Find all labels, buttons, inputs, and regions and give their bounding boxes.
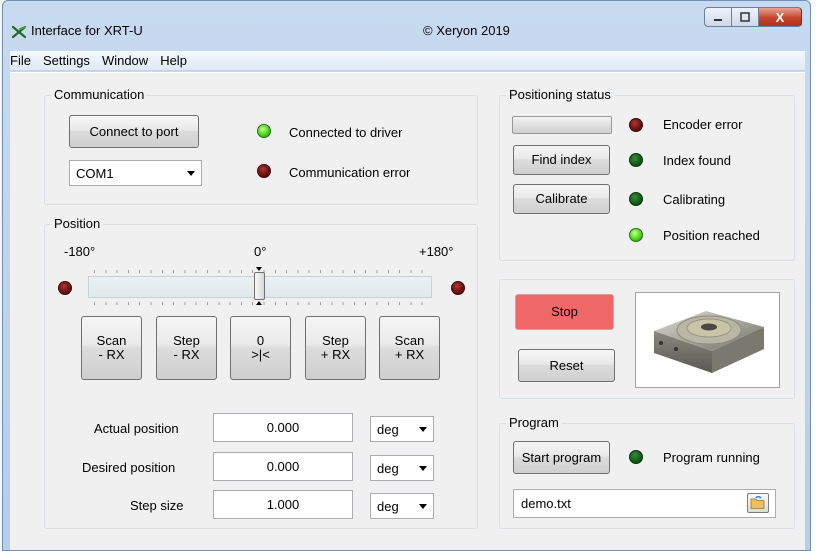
actual-position-field: 0.000 bbox=[213, 413, 353, 442]
encoder-error-led bbox=[629, 118, 643, 132]
limit-right-led bbox=[451, 281, 465, 295]
position-reached-led bbox=[629, 228, 643, 242]
stop-button[interactable]: Stop bbox=[515, 294, 614, 330]
copyright-text: © Xeryon 2019 bbox=[423, 23, 510, 38]
zero-button[interactable]: 0 >|< bbox=[230, 316, 291, 380]
zero-line1: 0 bbox=[256, 333, 265, 348]
chevron-down-icon bbox=[419, 466, 427, 471]
slider-marker-bottom-icon bbox=[256, 301, 262, 305]
status-indicator-bar bbox=[512, 116, 612, 134]
find-index-button[interactable]: Find index bbox=[513, 145, 610, 175]
maximize-icon bbox=[740, 12, 750, 22]
zero-line2: >|< bbox=[251, 347, 270, 362]
folder-open-icon bbox=[750, 496, 765, 509]
program-file-value: demo.txt bbox=[521, 496, 571, 511]
program-file-field[interactable]: demo.txt bbox=[513, 489, 776, 518]
scan-minus-rx-line2: - RX bbox=[98, 347, 125, 362]
program-running-label: Program running bbox=[663, 450, 760, 465]
open-file-button[interactable] bbox=[747, 493, 769, 513]
program-group-label: Program bbox=[506, 415, 562, 430]
caption-buttons: X bbox=[704, 7, 802, 27]
connect-to-port-button[interactable]: Connect to port bbox=[69, 115, 199, 148]
scan-minus-rx-line1: Scan bbox=[96, 333, 127, 348]
scale-max-label: +180° bbox=[419, 244, 454, 259]
window-title: Interface for XRT-U bbox=[31, 23, 143, 38]
connected-label: Connected to driver bbox=[289, 125, 403, 140]
slider-ticks-bottom bbox=[94, 302, 432, 305]
scale-min-label: -180° bbox=[64, 244, 96, 259]
connected-led bbox=[257, 124, 271, 138]
position-group-label: Position bbox=[51, 216, 104, 231]
menu-file[interactable]: File bbox=[3, 53, 37, 68]
position-reached-label: Position reached bbox=[663, 228, 760, 243]
port-select-value: COM1 bbox=[76, 165, 114, 181]
step-unit-value: deg bbox=[377, 498, 399, 514]
chevron-down-icon bbox=[419, 504, 427, 509]
limit-left-led bbox=[58, 281, 72, 295]
desired-unit-select[interactable]: deg bbox=[370, 455, 434, 481]
step-size-input[interactable]: 1.000 bbox=[213, 490, 353, 519]
step-plus-rx-button[interactable]: Step + RX bbox=[305, 316, 366, 380]
communication-error-led bbox=[257, 164, 271, 178]
step-plus-rx-line2: + RX bbox=[320, 347, 351, 362]
scan-plus-rx-line2: + RX bbox=[394, 347, 425, 362]
minimize-icon bbox=[714, 19, 722, 21]
menu-window[interactable]: Window bbox=[96, 53, 154, 68]
app-window: Interface for XRT-U © Xeryon 2019 X File… bbox=[2, 0, 811, 551]
step-plus-rx-line1: Step bbox=[322, 333, 349, 348]
menu-help[interactable]: Help bbox=[154, 53, 193, 68]
step-minus-rx-button[interactable]: Step - RX bbox=[156, 316, 217, 380]
device-image bbox=[635, 292, 780, 388]
scale-mid-label: 0° bbox=[254, 244, 267, 259]
port-select[interactable]: COM1 bbox=[69, 160, 202, 186]
menu-bar: File Settings Window Help bbox=[10, 51, 805, 71]
desired-position-input[interactable]: 0.000 bbox=[213, 452, 353, 481]
close-button[interactable]: X bbox=[758, 7, 802, 27]
title-bar[interactable]: Interface for XRT-U © Xeryon 2019 X bbox=[3, 1, 810, 51]
scan-minus-rx-button[interactable]: Scan - RX bbox=[81, 316, 142, 380]
chevron-down-icon bbox=[419, 427, 427, 432]
step-size-label: Step size bbox=[130, 498, 184, 513]
actual-unit-value: deg bbox=[377, 421, 399, 437]
index-found-led bbox=[629, 153, 643, 167]
desired-unit-value: deg bbox=[377, 460, 399, 476]
desired-position-label: Desired position bbox=[82, 460, 176, 475]
step-unit-select[interactable]: deg bbox=[370, 493, 434, 519]
positioning-status-group-label: Positioning status bbox=[506, 87, 614, 102]
maximize-button[interactable] bbox=[731, 7, 758, 27]
minimize-button[interactable] bbox=[704, 7, 731, 27]
chevron-down-icon bbox=[187, 171, 195, 176]
xeryon-logo-icon bbox=[11, 25, 27, 39]
index-found-label: Index found bbox=[663, 153, 731, 168]
calibrating-led bbox=[629, 192, 643, 206]
rotation-stage-image bbox=[654, 311, 764, 373]
scan-plus-rx-line1: Scan bbox=[394, 333, 425, 348]
actual-unit-select[interactable]: deg bbox=[370, 416, 434, 442]
program-running-led bbox=[629, 450, 643, 464]
reset-button[interactable]: Reset bbox=[518, 349, 615, 382]
calibrate-button[interactable]: Calibrate bbox=[513, 184, 610, 214]
calibrating-label: Calibrating bbox=[663, 192, 726, 207]
start-program-button[interactable]: Start program bbox=[513, 441, 610, 474]
communication-group-label: Communication bbox=[51, 87, 148, 102]
close-icon: X bbox=[775, 9, 785, 25]
encoder-error-label: Encoder error bbox=[663, 117, 743, 132]
scan-plus-rx-button[interactable]: Scan + RX bbox=[379, 316, 440, 380]
step-minus-rx-line1: Step bbox=[173, 333, 200, 348]
slider-marker-top-icon bbox=[256, 267, 262, 271]
actual-position-label: Actual position bbox=[94, 421, 179, 436]
step-minus-rx-line2: - RX bbox=[173, 347, 200, 362]
slider-thumb[interactable] bbox=[254, 272, 265, 300]
client-area: Communication Connect to port COM1 Conne… bbox=[10, 72, 805, 550]
communication-error-label: Communication error bbox=[289, 165, 411, 180]
desktop-edge bbox=[811, 0, 817, 551]
menu-settings[interactable]: Settings bbox=[37, 53, 96, 68]
communication-group: Communication bbox=[44, 87, 478, 205]
